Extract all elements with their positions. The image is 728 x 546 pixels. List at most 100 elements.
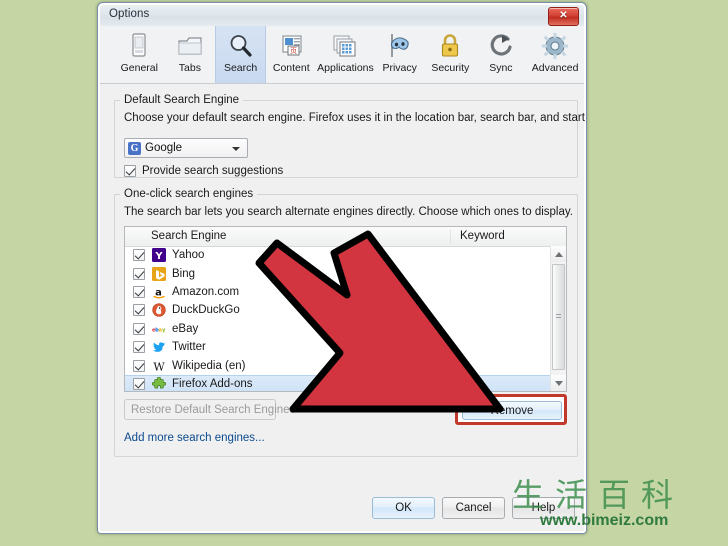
ok-button[interactable]: OK: [372, 497, 435, 519]
row-label-wikipedia: Wikipedia (en): [172, 359, 246, 372]
tab-applications[interactable]: Applications: [317, 26, 375, 83]
tab-sync-label: Sync: [489, 62, 513, 74]
svg-text:W: W: [153, 360, 165, 373]
row-checkbox-yahoo[interactable]: [133, 249, 145, 262]
list-vertical-scrollbar[interactable]: [550, 246, 566, 391]
privacy-mask-icon: [390, 34, 409, 57]
row-label-twitter: Twitter: [172, 341, 206, 354]
close-icon[interactable]: ✕: [548, 7, 579, 26]
ebay-icon: e b a y: [152, 327, 166, 333]
svg-text:Y: Y: [154, 251, 163, 262]
table-row[interactable]: DuckDuckGo: [125, 301, 550, 319]
remove-button[interactable]: Remove: [462, 401, 562, 420]
default-search-engine-group: Default Search Engine Choose your defaul…: [114, 94, 586, 178]
oneclick-description: The search bar lets you search alternate…: [124, 206, 573, 218]
table-row[interactable]: e b a y eBay: [125, 320, 550, 338]
scrollbar-grip: [556, 314, 561, 320]
row-checkbox-duckduckgo[interactable]: [133, 304, 145, 317]
default-engine-value: Google: [145, 142, 183, 154]
options-content: Default Search Engine Choose your defaul…: [100, 84, 586, 531]
provide-search-suggestions-row[interactable]: Provide search suggestions: [124, 165, 283, 177]
scroll-down-icon[interactable]: [551, 375, 566, 391]
tab-security-label: Security: [431, 62, 470, 74]
title-bar[interactable]: Options ✕: [100, 5, 584, 27]
tab-content-label: Content: [272, 62, 310, 74]
tab-advanced[interactable]: Advanced: [526, 26, 584, 83]
help-button[interactable]: Help: [512, 497, 575, 519]
svg-text:页: 页: [290, 47, 297, 55]
help-button-label: Help: [531, 502, 556, 514]
addons-puzzle-icon: [152, 376, 166, 389]
row-label-firefox-addons: Firefox Add-ons: [172, 377, 253, 390]
column-header-search-engine[interactable]: Search Engine: [151, 230, 226, 242]
row-checkbox-ebay[interactable]: [133, 322, 145, 335]
row-label-yahoo: Yahoo: [172, 249, 205, 262]
tab-search[interactable]: Search: [215, 26, 266, 83]
ok-button-label: OK: [395, 502, 412, 514]
search-icon: [230, 35, 252, 57]
engine-rows: Y Yahoo Bing a Amazon.com DuckDuckGo e b…: [125, 246, 550, 391]
oneclick-legend: One-click search engines: [124, 188, 254, 200]
row-checkbox-bing[interactable]: [133, 267, 145, 280]
cancel-button-label: Cancel: [455, 502, 492, 514]
tab-sync[interactable]: Sync: [476, 26, 527, 83]
options-dialog: Options ✕ General Tabs Search 页 Content …: [97, 2, 587, 534]
remove-button-highlight: Remove: [455, 394, 567, 425]
provide-search-suggestions-checkbox[interactable]: [124, 165, 136, 177]
oneclick-search-engines-group: One-click search engines The search bar …: [114, 188, 578, 457]
tab-search-label: Search: [223, 62, 258, 74]
tab-applications-label: Applications: [317, 62, 374, 74]
amazon-icon: a: [152, 284, 166, 299]
applications-icon: [333, 35, 357, 57]
cancel-button[interactable]: Cancel: [442, 497, 505, 519]
table-row[interactable]: Y Yahoo: [125, 246, 550, 264]
dialog-inner-frame: Options ✕ General Tabs Search 页 Content …: [98, 3, 586, 533]
scroll-up-icon[interactable]: [551, 246, 566, 262]
sync-icon: [490, 34, 512, 56]
tab-privacy-label: Privacy: [382, 62, 417, 74]
row-label-amazon: Amazon.com: [172, 285, 240, 298]
row-label-ebay: eBay: [172, 322, 199, 335]
row-label-duckduckgo: DuckDuckGo: [172, 304, 240, 317]
column-header-keyword[interactable]: Keyword: [460, 230, 505, 242]
restore-default-search-engines-button[interactable]: Restore Default Search Engines: [124, 399, 295, 420]
add-more-search-engines-link[interactable]: Add more search engines...: [124, 432, 265, 444]
tab-advanced-label: Advanced: [531, 62, 579, 74]
row-checkbox-firefox-addons[interactable]: [133, 377, 145, 390]
default-engine-dropdown[interactable]: G Google: [124, 138, 248, 158]
table-row[interactable]: W Wikipedia (en): [125, 356, 550, 374]
row-checkbox-amazon[interactable]: [133, 285, 145, 298]
tab-tabs-label: Tabs: [178, 62, 201, 74]
tab-privacy[interactable]: Privacy: [374, 26, 425, 83]
wikipedia-icon: W: [153, 360, 165, 373]
scrollbar-thumb[interactable]: [552, 264, 565, 370]
remove-button-label: Remove: [490, 404, 534, 417]
tab-general[interactable]: General: [114, 26, 165, 83]
tab-tabs[interactable]: Tabs: [165, 26, 216, 83]
twitter-icon: [152, 342, 165, 352]
row-checkbox-wikipedia[interactable]: [133, 359, 145, 372]
options-toolbar: General Tabs Search 页 Content Applicatio…: [100, 26, 584, 84]
tab-content[interactable]: 页 Content: [266, 26, 317, 83]
list-header: Search Engine Keyword: [125, 227, 566, 247]
table-row[interactable]: Firefox Add-ons: [125, 374, 550, 391]
gear-icon: [542, 33, 569, 59]
table-row[interactable]: a Amazon.com: [125, 283, 550, 301]
google-icon: G: [128, 142, 141, 155]
padlock-icon: [442, 34, 459, 57]
provide-search-suggestions-label: Provide search suggestions: [142, 165, 284, 177]
table-row[interactable]: Bing: [125, 264, 550, 282]
row-checkbox-twitter[interactable]: [133, 341, 145, 354]
default-search-engine-description: Choose your default search engine. Firef…: [124, 112, 587, 124]
bing-icon: [152, 266, 166, 281]
tab-security[interactable]: Security: [425, 26, 476, 83]
tabs-icon: [178, 37, 202, 55]
svg-text:y: y: [162, 327, 166, 333]
dialog-footer: OK Cancel Help: [100, 485, 584, 531]
tab-general-label: General: [120, 62, 158, 74]
duckduckgo-icon: [152, 303, 166, 318]
search-engine-list[interactable]: Search Engine Keyword Y Yahoo Bing a Ama…: [124, 226, 567, 392]
restore-button-label: Restore Default Search Engines: [131, 403, 296, 416]
header-separator: [450, 229, 451, 244]
table-row[interactable]: Twitter: [125, 338, 550, 356]
